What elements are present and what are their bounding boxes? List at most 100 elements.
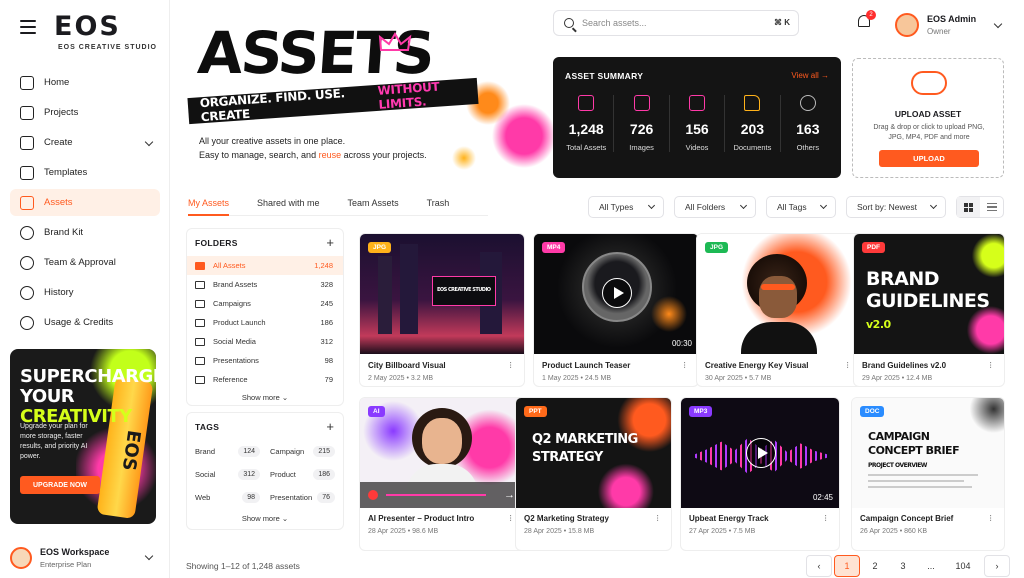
video-duration: 00:30	[671, 339, 692, 348]
tag-item[interactable]: Social 312	[195, 466, 264, 483]
chevron-down-icon	[993, 19, 1003, 29]
show-more-folders[interactable]: Show more ⌄	[187, 393, 343, 402]
folder-item[interactable]: Campaigns 245	[187, 294, 343, 313]
chevron-down-icon	[739, 201, 748, 210]
tag-filter[interactable]: All Tags	[766, 196, 836, 218]
menu-icon[interactable]	[20, 20, 36, 34]
sort-select[interactable]: Sort by: Newest	[846, 196, 946, 218]
image-icon	[633, 95, 650, 111]
view-all-link[interactable]: View all →	[791, 71, 829, 80]
folder-icon	[195, 375, 205, 384]
user-name: EOS Admin	[927, 14, 977, 24]
add-folder-button[interactable]: +	[326, 235, 334, 250]
prev-page-button[interactable]: ‹	[806, 555, 832, 577]
show-more-tags[interactable]: Show more ⌄	[187, 514, 343, 523]
folder-item[interactable]: Reference 79	[187, 370, 343, 389]
folder-item[interactable]: Social Media 312	[187, 332, 343, 351]
filter-value: All Tags	[777, 202, 807, 212]
search-input[interactable]: Search assets... ⌘ K	[553, 10, 799, 36]
tab-shared[interactable]: Shared with me	[257, 188, 320, 215]
sidebar-item-projects[interactable]: Projects	[10, 99, 160, 126]
tag-item[interactable]: Web 98	[195, 489, 264, 506]
asset-card[interactable]: MP4 00:30 Product Launch Teaser 1 May 20…	[533, 233, 699, 387]
tag-name: Presentation	[270, 493, 313, 502]
building-shape	[400, 244, 418, 334]
more-options-icon[interactable]: ···	[820, 514, 831, 521]
add-tag-button[interactable]: +	[326, 419, 334, 434]
arrow-right-icon[interactable]: →	[504, 489, 515, 501]
thumb-title: BRAND	[866, 268, 940, 290]
tab-team-assets[interactable]: Team Assets	[348, 188, 399, 215]
stat-documents[interactable]: 203 Documents	[725, 95, 781, 152]
tab-trash[interactable]: Trash	[427, 188, 450, 215]
play-button[interactable]	[602, 278, 632, 308]
sidebar-item-label: Assets	[44, 197, 73, 208]
sidebar-item-create[interactable]: Create	[10, 129, 160, 156]
stat-images[interactable]: 726 Images	[614, 95, 670, 152]
promo-text: Upgrade your plan for more storage, fast…	[20, 423, 88, 460]
asset-card[interactable]: Q2 MARKETING STRATEGY PPT Q2 Marketing S…	[515, 397, 672, 551]
more-options-icon[interactable]: ···	[505, 361, 516, 368]
folder-item[interactable]: Product Launch 186	[187, 313, 343, 332]
stat-label: Documents	[733, 143, 772, 152]
type-filter[interactable]: All Types	[588, 196, 664, 218]
upload-dropzone[interactable]: UPLOAD ASSET Drag & drop or click to upl…	[852, 58, 1004, 178]
notifications-button[interactable]: 2	[856, 10, 876, 30]
asset-card[interactable]: CAMPAIGN CONCEPT BRIEF PROJECT OVERVIEW …	[851, 397, 1005, 551]
sidebar-item-label: Create	[44, 137, 73, 148]
more-options-icon[interactable]: ···	[985, 361, 996, 368]
upload-button[interactable]: UPLOAD	[879, 150, 979, 167]
asset-card[interactable]: MP3 02:45 Upbeat Energy Track 27 Apr 202…	[680, 397, 840, 551]
sidebar-item-history[interactable]: History	[10, 279, 160, 306]
asset-title: Creative Energy Key Visual	[705, 361, 809, 370]
sidebar-item-usage[interactable]: Usage & Credits	[10, 309, 160, 336]
workspace-switcher[interactable]: EOS Workspace Enterprise Plan	[10, 540, 160, 576]
page-button[interactable]: 3	[890, 555, 916, 577]
folder-item[interactable]: Presentations 98	[187, 351, 343, 370]
logo[interactable]: EOS	[54, 13, 121, 40]
thumb-title: CAMPAIGN	[868, 430, 930, 443]
tag-name: Social	[195, 470, 216, 479]
more-options-icon[interactable]: ···	[985, 514, 996, 521]
asset-meta: 27 Apr 2025 • 7.5 MB	[689, 528, 756, 535]
sidebar-item-team[interactable]: Team & Approval	[10, 249, 160, 276]
sidebar-item-home[interactable]: Home	[10, 69, 160, 96]
folder-icon	[195, 261, 205, 270]
file-type-badge: DOC	[860, 406, 885, 417]
page-button[interactable]: 2	[862, 555, 888, 577]
tag-item[interactable]: Product 186	[270, 466, 339, 483]
user-menu[interactable]: EOS Admin Owner	[895, 10, 1015, 40]
asset-thumbnail: MP3 02:45	[681, 398, 839, 508]
sidebar-item-assets[interactable]: Assets	[10, 189, 160, 216]
folder-item[interactable]: Brand Assets 328	[187, 275, 343, 294]
list-view-button[interactable]	[980, 197, 1003, 217]
grid-icon	[964, 202, 973, 212]
upgrade-button[interactable]: UPGRADE NOW	[20, 476, 100, 494]
asset-card[interactable]: JPG Creative Energy Key Visual 30 Apr 20…	[696, 233, 862, 387]
asset-meta: 26 Apr 2025 • 860 KB	[860, 528, 928, 535]
tag-item[interactable]: Presentation 76	[270, 489, 339, 506]
app-root: EOS EOS CREATIVE STUDIO Home Projects Cr…	[0, 0, 1024, 578]
tag-item[interactable]: Brand 124	[195, 443, 264, 460]
stat-total[interactable]: 1,248 Total Assets	[559, 95, 615, 152]
more-options-icon[interactable]: ···	[842, 361, 853, 368]
tab-my-assets[interactable]: My Assets	[188, 188, 230, 216]
sidebar-item-brand-kit[interactable]: Brand Kit	[10, 219, 160, 246]
grid-view-button[interactable]	[957, 197, 980, 217]
sidebar-item-templates[interactable]: Templates	[10, 159, 160, 186]
billboard-text: EOS CREATIVE STUDIO	[437, 287, 491, 293]
stat-others[interactable]: 163 Others	[781, 95, 835, 152]
play-button[interactable]	[746, 438, 776, 468]
more-options-icon[interactable]: ···	[679, 361, 690, 368]
asset-card[interactable]: BRAND GUIDELINES v2.0 PDF Brand Guidelin…	[853, 233, 1005, 387]
next-page-button[interactable]: ›	[984, 555, 1010, 577]
stat-videos[interactable]: 156 Videos	[670, 95, 726, 152]
tag-item[interactable]: Campaign 215	[270, 443, 339, 460]
asset-card[interactable]: → AI AI Presenter – Product Intro 28 Apr…	[359, 397, 525, 551]
page-button[interactable]: 1	[834, 555, 860, 577]
folder-filter[interactable]: All Folders	[674, 196, 756, 218]
page-button[interactable]: 104	[946, 555, 980, 577]
asset-card[interactable]: EOS CREATIVE STUDIO JPG City Billboard V…	[359, 233, 525, 387]
folder-item[interactable]: All Assets 1,248	[187, 256, 343, 275]
more-options-icon[interactable]: ···	[652, 514, 663, 521]
